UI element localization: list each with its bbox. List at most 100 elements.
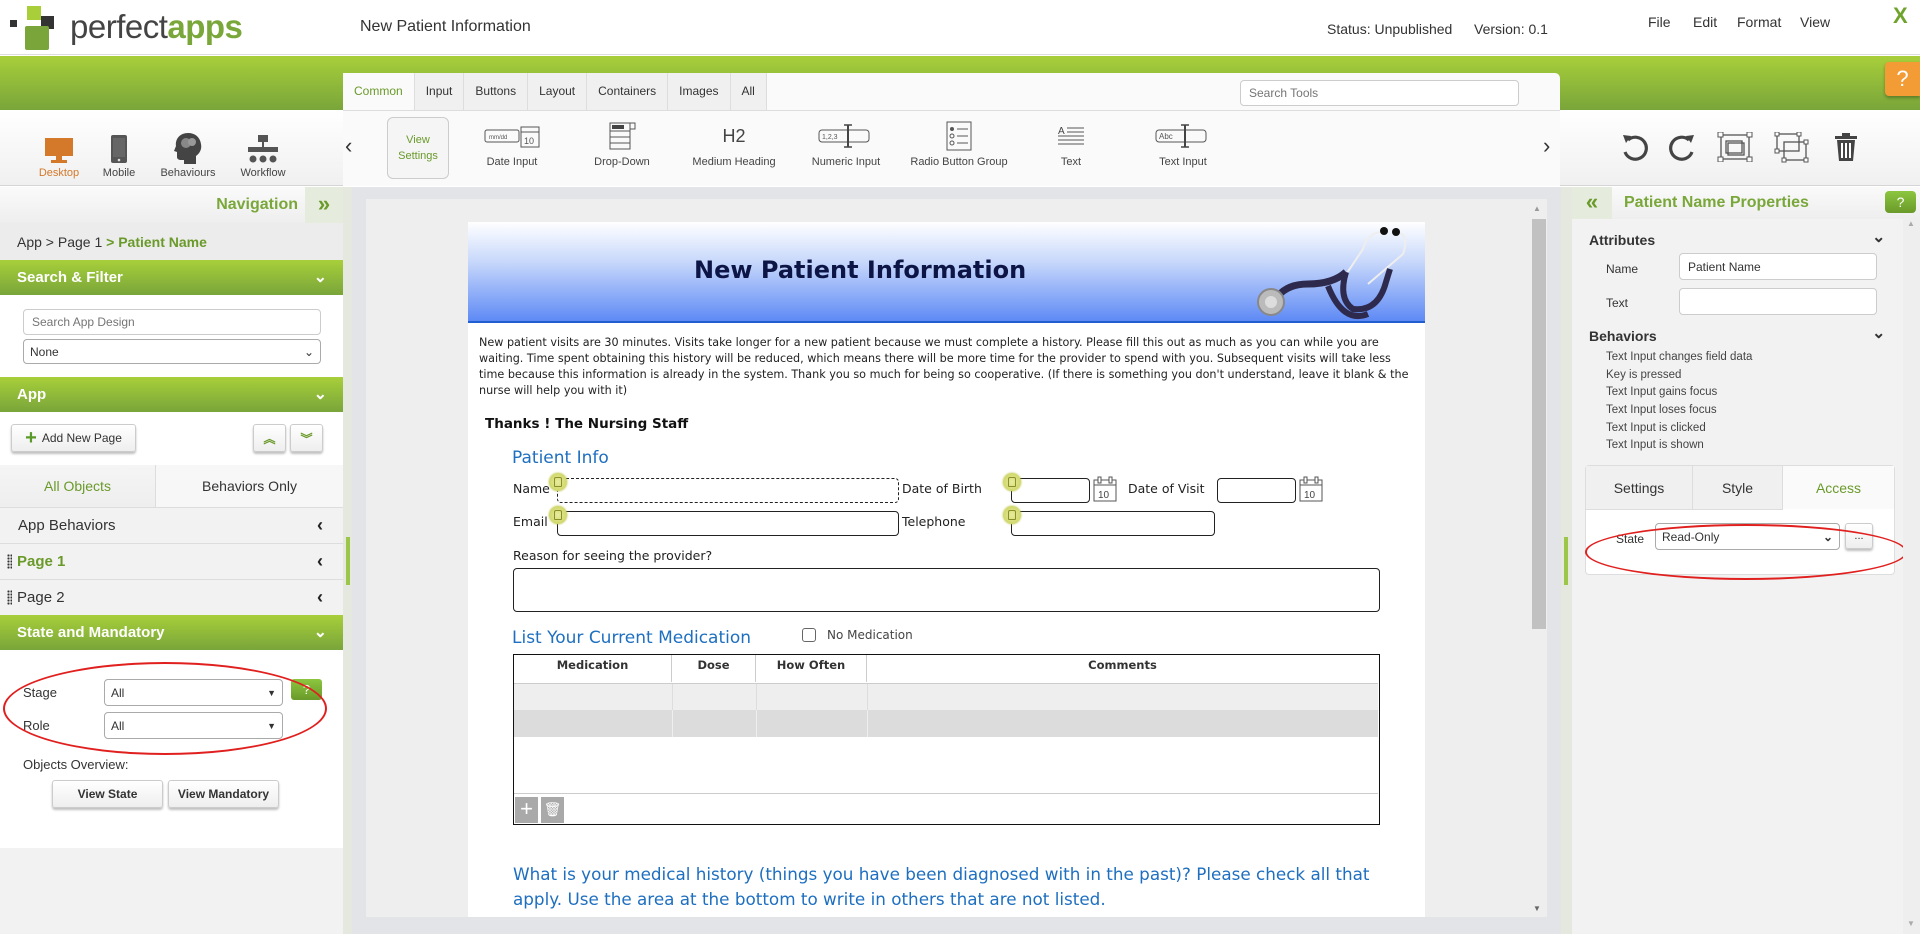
telephone-input[interactable] [1011,511,1215,536]
svg-text:10: 10 [524,136,534,146]
behavior-item[interactable]: Text Input is shown [1606,439,1704,451]
calendar-icon[interactable]: 10 [1299,476,1323,502]
move-down-button[interactable]: ︾ [290,424,323,452]
search-tools-input[interactable] [1240,80,1519,106]
table-row[interactable] [514,683,1378,711]
behavior-item[interactable]: Text Input changes field data [1606,351,1752,363]
redo-icon[interactable] [1669,132,1697,167]
tool-date-input[interactable]: mm/dd 10 Date Input [457,121,567,168]
scroll-down-icon[interactable]: ▼ [1533,904,1541,913]
table-row[interactable] [514,710,1378,737]
section-state-mandatory[interactable]: State and Mandatory ⌄ [0,615,343,650]
collapse-panel-icon[interactable]: « [1572,187,1612,219]
tab-images[interactable]: Images [668,73,731,110]
scroll-up-icon[interactable]: ▲ [1907,219,1915,228]
behavior-item[interactable]: Text Input loses focus [1606,404,1717,416]
breadcrumb: App > Page 1 > Patient Name [0,223,343,260]
mode-mobile[interactable]: Mobile [84,132,154,179]
breadcrumb-path[interactable]: App > Page 1 [17,234,102,250]
mode-workflow[interactable]: Workflow [228,132,298,179]
chevron-left-icon: ‹ [317,551,323,571]
tab-access[interactable]: Access [1783,466,1894,509]
menu-format[interactable]: Format [1737,14,1781,30]
medical-history-heading: What is your medical history (things you… [513,864,1370,909]
email-input[interactable] [557,511,899,536]
menu-file[interactable]: File [1648,14,1671,30]
add-row-button[interactable]: + [515,797,538,823]
ungroup-icon[interactable] [1774,131,1810,169]
left-splitter[interactable] [343,187,352,934]
mode-behaviours[interactable]: Behaviours [153,132,223,179]
menu-view[interactable]: View [1800,14,1830,30]
chevron-down-icon[interactable]: ⌄ [1872,227,1885,247]
close-button[interactable]: X [1893,3,1908,29]
tool-medium-heading[interactable]: H2 Medium Heading [679,121,789,169]
subtab-behaviors-only[interactable]: Behaviors Only [155,465,343,508]
tool-radio-button-group[interactable]: Radio Button Group [904,121,1014,168]
behavior-item[interactable]: Text Input gains focus [1606,386,1717,398]
tab-buttons[interactable]: Buttons [464,73,529,110]
tab-all[interactable]: All [730,73,767,110]
behavior-item[interactable]: Key is pressed [1606,369,1681,381]
drag-handle-icon[interactable] [7,590,12,605]
group-icon[interactable] [1717,131,1753,167]
tab-layout[interactable]: Layout [528,73,588,110]
move-up-button[interactable]: ︽ [253,424,286,452]
tree-item-app-behaviors[interactable]: App Behaviors ‹ [0,508,343,544]
palette-prev-arrow[interactable]: ‹ [345,133,352,159]
properties-scrollbar[interactable]: ▲ ▼ [1903,219,1920,934]
help-button[interactable]: ? [1885,62,1920,96]
reason-textarea[interactable] [513,568,1380,612]
scroll-up-icon[interactable]: ▲ [1533,204,1541,213]
trash-icon[interactable] [1834,132,1858,167]
subtab-all-objects[interactable]: All Objects [0,465,155,508]
view-state-button[interactable]: View State [52,780,163,808]
view-settings-button[interactable]: View Settings [387,117,449,179]
tool-text[interactable]: A Text [1016,121,1126,168]
tab-input[interactable]: Input [414,73,465,110]
attr-name-label: Name [1606,262,1639,276]
chevron-down-icon[interactable]: ⌄ [1872,323,1885,343]
tool-drop-down[interactable]: Drop-Down [567,121,677,168]
dov-input[interactable] [1217,478,1296,503]
section-search-filter[interactable]: Search & Filter ⌄ [0,260,343,295]
form-banner[interactable]: New Patient Information [468,222,1425,323]
splitter-grip[interactable] [346,537,350,585]
delete-row-button[interactable]: 🗑 [541,797,564,823]
tab-containers[interactable]: Containers [587,73,669,110]
properties-help-button[interactable]: ? [1885,191,1916,213]
add-new-page-button[interactable]: + Add New Page [11,424,136,452]
menu-edit[interactable]: Edit [1693,14,1717,30]
attr-name-input[interactable] [1679,253,1877,280]
logo-square-lime [27,6,41,20]
search-app-design-input[interactable] [23,309,321,335]
section-app[interactable]: App ⌄ [0,377,343,412]
calendar-icon[interactable]: 10 [1093,476,1117,502]
filter-select[interactable]: None ⌄ [23,339,321,364]
tree-item-page-2[interactable]: Page 2 ‹ [0,580,343,616]
chevron-left-icon: ‹ [317,515,323,535]
right-splitter[interactable] [1561,187,1572,934]
scroll-down-icon[interactable]: ▼ [1907,919,1915,928]
expand-navigation-icon[interactable]: » [305,187,343,223]
undo-icon[interactable] [1620,132,1648,167]
palette-next-arrow[interactable]: › [1543,133,1550,159]
tree-item-page-1[interactable]: Page 1 ‹ [0,544,343,580]
view-mandatory-button[interactable]: View Mandatory [168,780,279,808]
tool-drop-down-label: Drop-Down [594,156,650,168]
canvas-scrollbar[interactable]: ▲ ▼ [1529,199,1547,917]
dob-input[interactable] [1011,478,1090,503]
tab-divider [1586,509,1783,510]
drag-handle-icon[interactable] [7,554,12,569]
tool-numeric-input[interactable]: 1,2,3 Numeric Input [791,121,901,168]
behavior-item[interactable]: Text Input is clicked [1606,422,1706,434]
tab-settings[interactable]: Settings [1586,466,1693,509]
splitter-grip[interactable] [1564,537,1568,585]
tab-style[interactable]: Style [1693,466,1783,509]
no-medication-checkbox[interactable] [802,628,816,642]
attr-text-input[interactable] [1679,288,1877,315]
canvas-scroll-thumb[interactable] [1532,219,1546,629]
name-input[interactable] [557,478,899,503]
tab-common[interactable]: Common [343,73,415,110]
tool-text-input[interactable]: Abc Text Input [1128,121,1238,168]
